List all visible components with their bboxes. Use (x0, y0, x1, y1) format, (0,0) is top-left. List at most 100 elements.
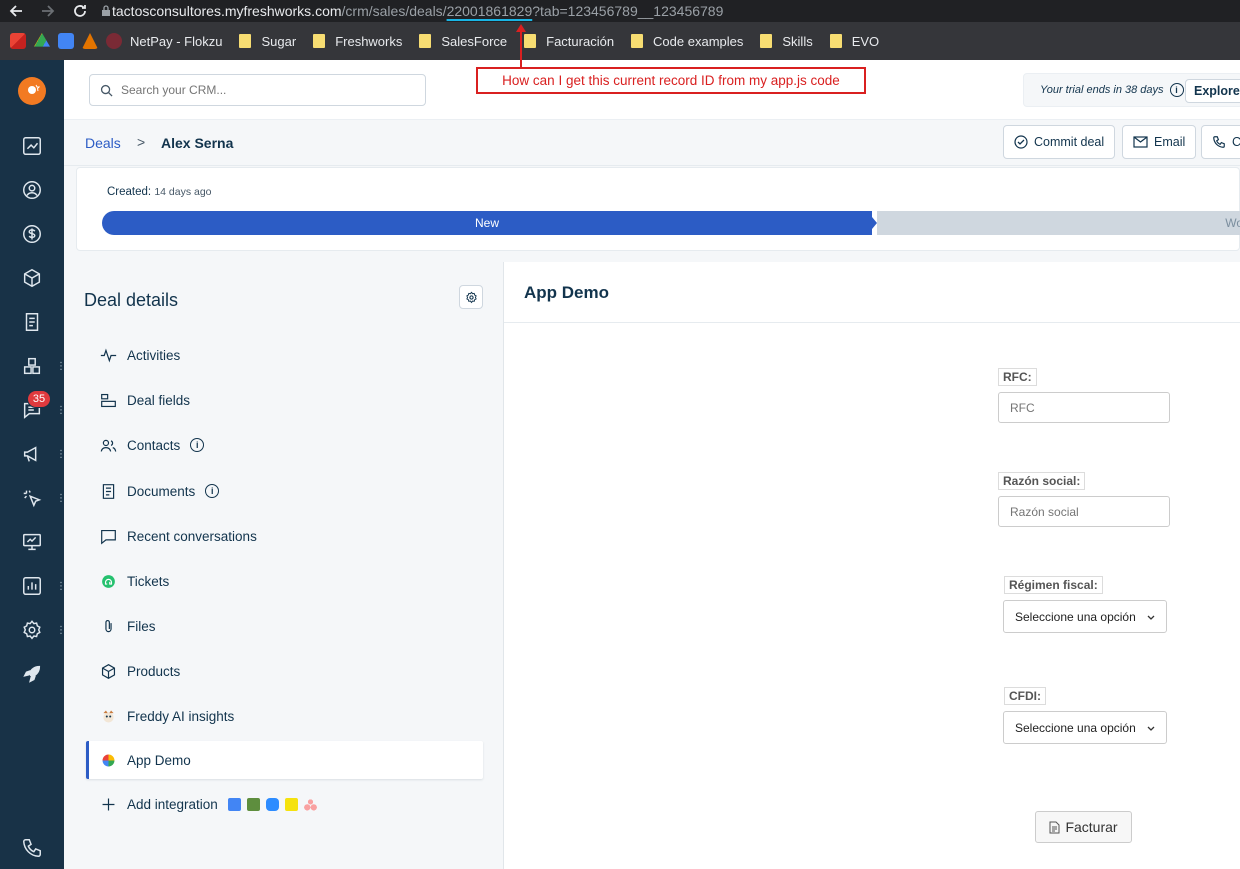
folder-icon (313, 34, 326, 48)
box-icon (98, 661, 118, 681)
freddy-icon (98, 706, 118, 726)
details-item-freddy-ai[interactable]: Freddy AI insights (86, 696, 483, 736)
contacts-icon[interactable] (20, 178, 44, 202)
details-item-tickets[interactable]: Tickets (86, 561, 483, 601)
conversation-icon (98, 526, 118, 546)
back-icon[interactable] (0, 0, 32, 22)
left-nav: ⋮ ⋮ 35 ⋮ ⋮ ⋮ ⋮ (0, 60, 66, 869)
search-icon (100, 84, 113, 97)
workflows-icon[interactable] (20, 530, 44, 554)
bookmark-code-examples[interactable]: Code examples (631, 34, 743, 49)
forward-icon[interactable] (32, 0, 64, 22)
people-icon (98, 435, 118, 455)
bookmark-netpay[interactable]: NetPay - Flokzu (106, 33, 222, 49)
facturar-button[interactable]: Facturar (1035, 811, 1132, 843)
email-button[interactable]: Email (1122, 125, 1197, 159)
campaigns-icon[interactable] (20, 442, 44, 466)
breadcrumb: Deals > Alex Serna Commit deal Email C (64, 120, 1240, 166)
documents-icon[interactable] (20, 310, 44, 334)
bookmarks-bar: NetPay - Flokzu Sugar Freshworks SalesFo… (0, 22, 1240, 60)
cfdi-label: CFDI: (1004, 687, 1046, 705)
google-calendar-icon[interactable] (227, 797, 241, 811)
regimen-fiscal-label: Régimen fiscal: (1004, 576, 1103, 594)
search-input[interactable] (121, 83, 401, 97)
bookmark-freshworks[interactable]: Freshworks (313, 34, 402, 49)
breadcrumb-deals-link[interactable]: Deals (85, 135, 121, 151)
divider (504, 322, 1240, 323)
details-item-products[interactable]: Products (86, 651, 483, 691)
folder-icon (631, 34, 644, 48)
annotation-callout: How can I get this current record ID fro… (476, 67, 866, 94)
search-box[interactable] (89, 74, 426, 106)
rfc-input[interactable] (998, 392, 1170, 423)
details-item-contacts[interactable]: Contacts i (86, 425, 483, 465)
app-demo-icon (98, 750, 118, 770)
dollar-icon[interactable] (20, 222, 44, 246)
bookmark-logo-icon[interactable] (82, 33, 98, 49)
created-value: 14 days ago (154, 186, 212, 198)
download-app-icon[interactable] (284, 797, 298, 811)
chevron-down-icon (1147, 615, 1155, 620)
cfdi-select[interactable]: Seleccione una opción (1003, 711, 1167, 744)
check-circle-icon (1014, 135, 1028, 149)
apps-icon[interactable] (20, 354, 44, 378)
bookmark-facturacion[interactable]: Facturación (524, 34, 614, 49)
phone-icon[interactable] (20, 836, 44, 860)
deal-details-panel: Deal details Activities Deal fields Cont… (64, 262, 504, 869)
details-item-documents[interactable]: Documents i (86, 471, 483, 511)
commit-deal-button[interactable]: Commit deal (1003, 125, 1116, 159)
stage-arrow-tip (867, 211, 877, 235)
reload-icon[interactable] (64, 0, 96, 22)
rfc-label: RFC: (998, 368, 1037, 386)
products-icon[interactable] (20, 266, 44, 290)
drive-icon[interactable] (34, 33, 50, 47)
mail-icon (1133, 136, 1148, 148)
document-icon (1049, 821, 1060, 833)
freshdesk-icon (98, 571, 118, 591)
rocket-icon[interactable] (20, 662, 44, 686)
top-header: How can I get this current record ID fro… (64, 60, 1240, 120)
address-bar[interactable]: tactosconsultores.myfreshworks.com/crm/s… (112, 0, 723, 22)
sequences-icon[interactable] (20, 486, 44, 510)
details-item-add-integration[interactable]: Add integration (86, 784, 483, 824)
explore-button[interactable]: Explore (1185, 79, 1240, 103)
razon-social-input[interactable] (998, 496, 1170, 527)
folder-icon (760, 34, 773, 48)
info-icon[interactable]: i (190, 438, 205, 452)
stage-current[interactable]: New (102, 211, 872, 235)
deal-stage-panel: Created: 14 days ago Wor New (76, 167, 1240, 251)
asana-icon[interactable] (303, 797, 317, 811)
gmail-icon[interactable] (10, 33, 26, 49)
plus-icon (98, 794, 118, 814)
url-query: ?tab=123456789__123456789 (532, 3, 724, 19)
details-item-deal-fields[interactable]: Deal fields (86, 380, 483, 420)
app-demo-title: App Demo (524, 283, 609, 302)
app-demo-panel: App Demo RFC: Razón social: Régimen fisc… (504, 262, 1240, 869)
details-item-recent-conversations[interactable]: Recent conversations (86, 516, 483, 556)
bookmark-skills[interactable]: Skills (760, 34, 813, 49)
chevron-down-icon (1147, 726, 1155, 731)
bookmark-evo[interactable]: EVO (829, 34, 879, 49)
info-icon[interactable]: i (205, 484, 220, 498)
shopify-icon[interactable] (246, 797, 260, 811)
translate-icon[interactable] (58, 33, 74, 49)
gear-icon[interactable] (459, 285, 483, 309)
stage-next[interactable]: Wor (877, 211, 1240, 235)
bookmark-sugar[interactable]: Sugar (239, 34, 296, 49)
info-icon[interactable]: i (1169, 83, 1184, 97)
netpay-icon (106, 33, 122, 49)
details-item-app-demo[interactable]: App Demo (86, 741, 483, 779)
bookmark-salesforce[interactable]: SalesForce (419, 34, 507, 49)
created-info: Created: 14 days ago (107, 186, 212, 198)
razon-social-label: Razón social: (998, 472, 1086, 490)
details-item-files[interactable]: Files (86, 606, 483, 646)
zoom-icon[interactable] (265, 797, 279, 811)
settings-icon[interactable] (20, 618, 44, 642)
trial-text: Your trial ends in 38 days (1040, 84, 1164, 96)
call-button[interactable]: C (1201, 125, 1240, 159)
reports-icon[interactable] (20, 574, 44, 598)
deals-icon[interactable] (20, 134, 44, 158)
regimen-fiscal-select[interactable]: Seleccione una opción (1003, 600, 1167, 633)
details-item-activities[interactable]: Activities (86, 335, 483, 375)
freshworks-logo-icon[interactable] (18, 77, 46, 105)
